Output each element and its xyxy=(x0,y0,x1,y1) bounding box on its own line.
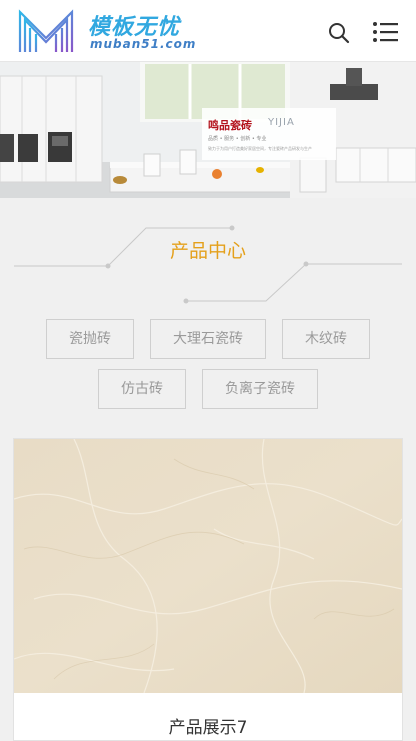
banner-carousel[interactable]: 鸣品瓷砖 YIJIA 品质 • 服务 • 创新 • 专业 致力于为用户打造美好家… xyxy=(0,62,416,198)
section-decoration-lines xyxy=(14,225,402,304)
section-title: 产品中心 xyxy=(169,240,246,262)
search-icon[interactable] xyxy=(328,22,350,44)
banner-brand-en: YIJIA xyxy=(268,117,295,128)
product-image[interactable] xyxy=(14,439,402,693)
menu-list-icon[interactable] xyxy=(372,20,398,44)
section-header: 产品中心 xyxy=(0,220,416,310)
banner-description: 致力于为用户打造美好家居空间，专注瓷砖产品研发与生产 xyxy=(208,146,312,151)
category-button[interactable]: 瓷抛砖 xyxy=(46,319,134,359)
carousel-indicator[interactable] xyxy=(212,169,222,179)
category-button[interactable]: 负离子瓷砖 xyxy=(202,369,318,409)
category-button[interactable]: 木纹砖 xyxy=(282,319,370,359)
banner-slogan: 品质 • 服务 • 创新 • 专业 xyxy=(208,136,267,142)
product-card[interactable]: 产品展示7 xyxy=(13,438,403,741)
logo-url: muban51.com xyxy=(90,37,197,51)
category-button[interactable]: 仿古砖 xyxy=(98,369,186,409)
site-logo[interactable]: 模板无忧 muban51.com xyxy=(16,8,196,54)
banner-caption: 鸣品瓷砖 YIJIA 品质 • 服务 • 创新 • 专业 致力于为用户打造美好家… xyxy=(202,108,336,160)
banner-brand: 鸣品瓷砖 xyxy=(208,119,252,132)
marble-tile-image xyxy=(14,439,402,693)
site-header: 模板无忧 muban51.com xyxy=(0,0,416,62)
logo-m-icon xyxy=(18,9,74,52)
product-title[interactable]: 产品展示7 xyxy=(14,713,402,738)
category-button[interactable]: 大理石瓷砖 xyxy=(150,319,266,359)
